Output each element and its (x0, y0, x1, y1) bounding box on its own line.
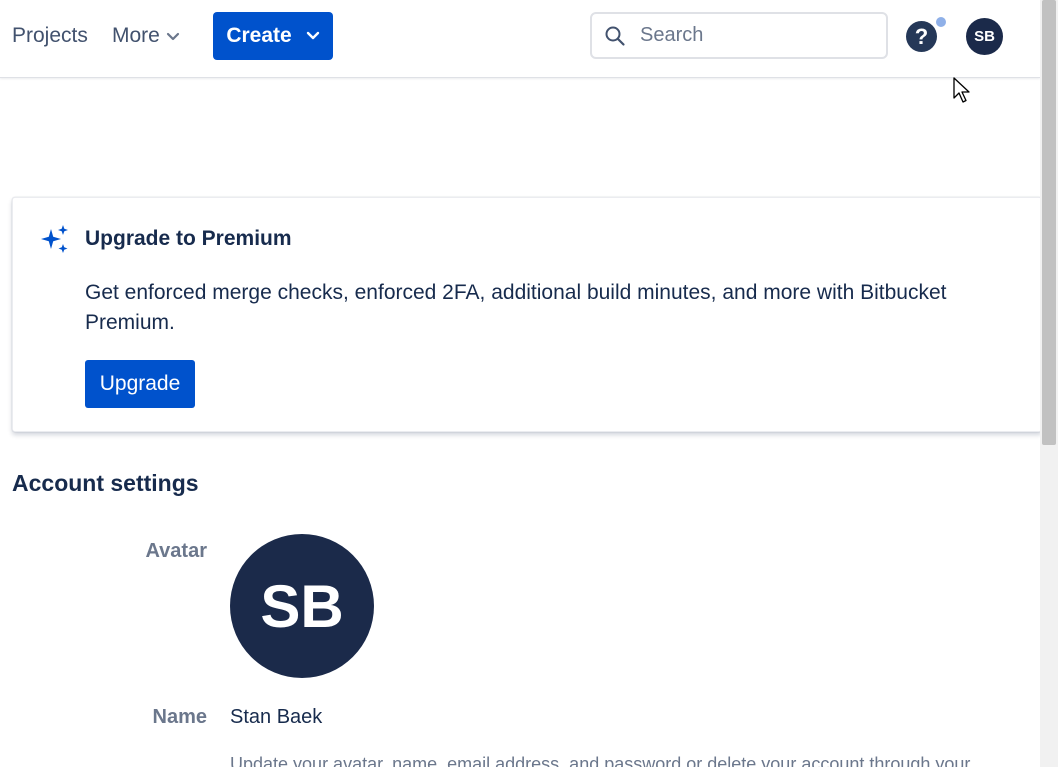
premium-title: Upgrade to Premium (85, 227, 292, 250)
avatar: SB (230, 534, 374, 678)
chevron-down-icon (306, 31, 319, 40)
nav-more-label: More (112, 24, 160, 47)
search-icon (605, 26, 625, 46)
user-avatar-initials: SB (974, 28, 995, 45)
search-box[interactable] (590, 12, 888, 59)
top-navigation-bar: Projects More Create ? SB (0, 0, 1040, 78)
upgrade-button[interactable]: Upgrade (85, 360, 195, 408)
account-helper-text: Update your avatar, name, email address,… (230, 754, 971, 767)
upgrade-premium-card: Upgrade to Premium Get enforced merge ch… (12, 197, 1042, 432)
user-avatar-button[interactable]: SB (966, 18, 1003, 55)
notification-dot (934, 15, 948, 29)
create-button[interactable]: Create (213, 12, 333, 60)
name-value: Stan Baek (230, 706, 323, 728)
nav-projects-link[interactable]: Projects (12, 24, 88, 48)
page-title: Account settings (12, 470, 199, 496)
help-icon: ? (914, 23, 929, 49)
help-button[interactable]: ? (906, 21, 937, 52)
sparkle-icon (41, 225, 68, 253)
chevron-down-icon (166, 32, 179, 41)
scrollbar-thumb[interactable] (1042, 0, 1056, 445)
premium-description: Get enforced merge checks, enforced 2FA,… (85, 281, 947, 334)
mouse-pointer-icon (953, 77, 970, 103)
avatar-initials: SB (260, 572, 344, 640)
search-input[interactable] (640, 24, 870, 47)
name-label: Name (152, 706, 207, 728)
create-button-label: Create (226, 24, 292, 47)
avatar-label: Avatar (145, 540, 207, 562)
nav-more-dropdown[interactable]: More (112, 24, 180, 48)
